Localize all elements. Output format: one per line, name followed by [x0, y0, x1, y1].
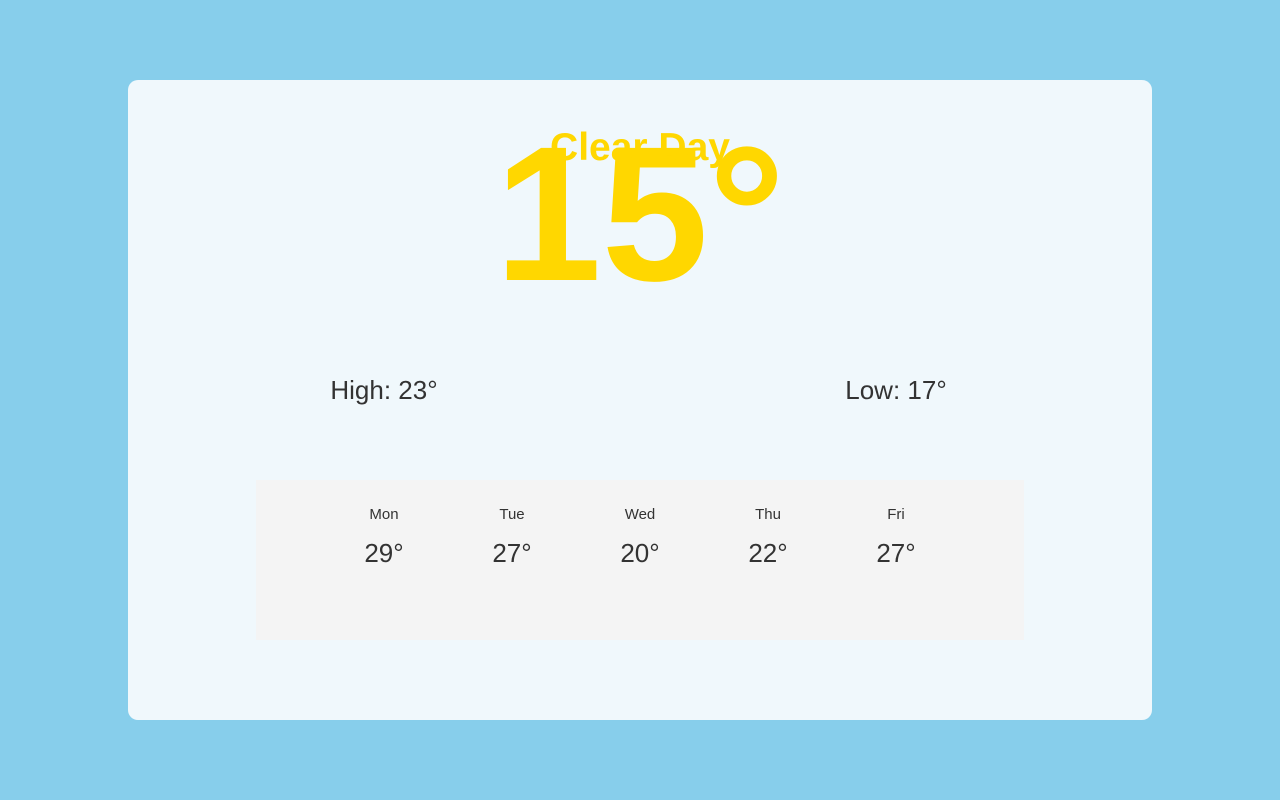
- forecast-day: Thu 22°: [718, 506, 818, 568]
- forecast-day: Fri 27°: [846, 506, 946, 568]
- forecast-day: Wed 20°: [590, 506, 690, 568]
- forecast-day-temp: 29°: [364, 538, 404, 568]
- weather-card: 15° Clear Day High: 23° Low: 17° Mon 29°…: [128, 80, 1152, 720]
- forecast-day-temp: 27°: [492, 538, 532, 568]
- forecast-day: Tue 27°: [462, 506, 562, 568]
- forecast-day-name: Thu: [755, 506, 781, 523]
- forecast-day: Mon 29°: [334, 506, 434, 568]
- high-temperature: High: 23°: [330, 375, 438, 405]
- forecast-day-temp: 27°: [876, 538, 916, 568]
- forecast-day-temp: 22°: [748, 538, 788, 568]
- forecast-panel: Mon 29° Tue 27° Wed 20° Thu 22° Fri 27°: [256, 480, 1024, 640]
- forecast-day-name: Fri: [887, 506, 905, 523]
- forecast-day-name: Tue: [499, 506, 525, 523]
- forecast-day-name: Wed: [624, 506, 656, 523]
- forecast-day-name: Mon: [369, 506, 399, 523]
- forecast-day-temp: 20°: [620, 538, 660, 568]
- low-temperature: Low: 17°: [845, 375, 947, 405]
- weather-condition: Clear Day: [550, 126, 730, 169]
